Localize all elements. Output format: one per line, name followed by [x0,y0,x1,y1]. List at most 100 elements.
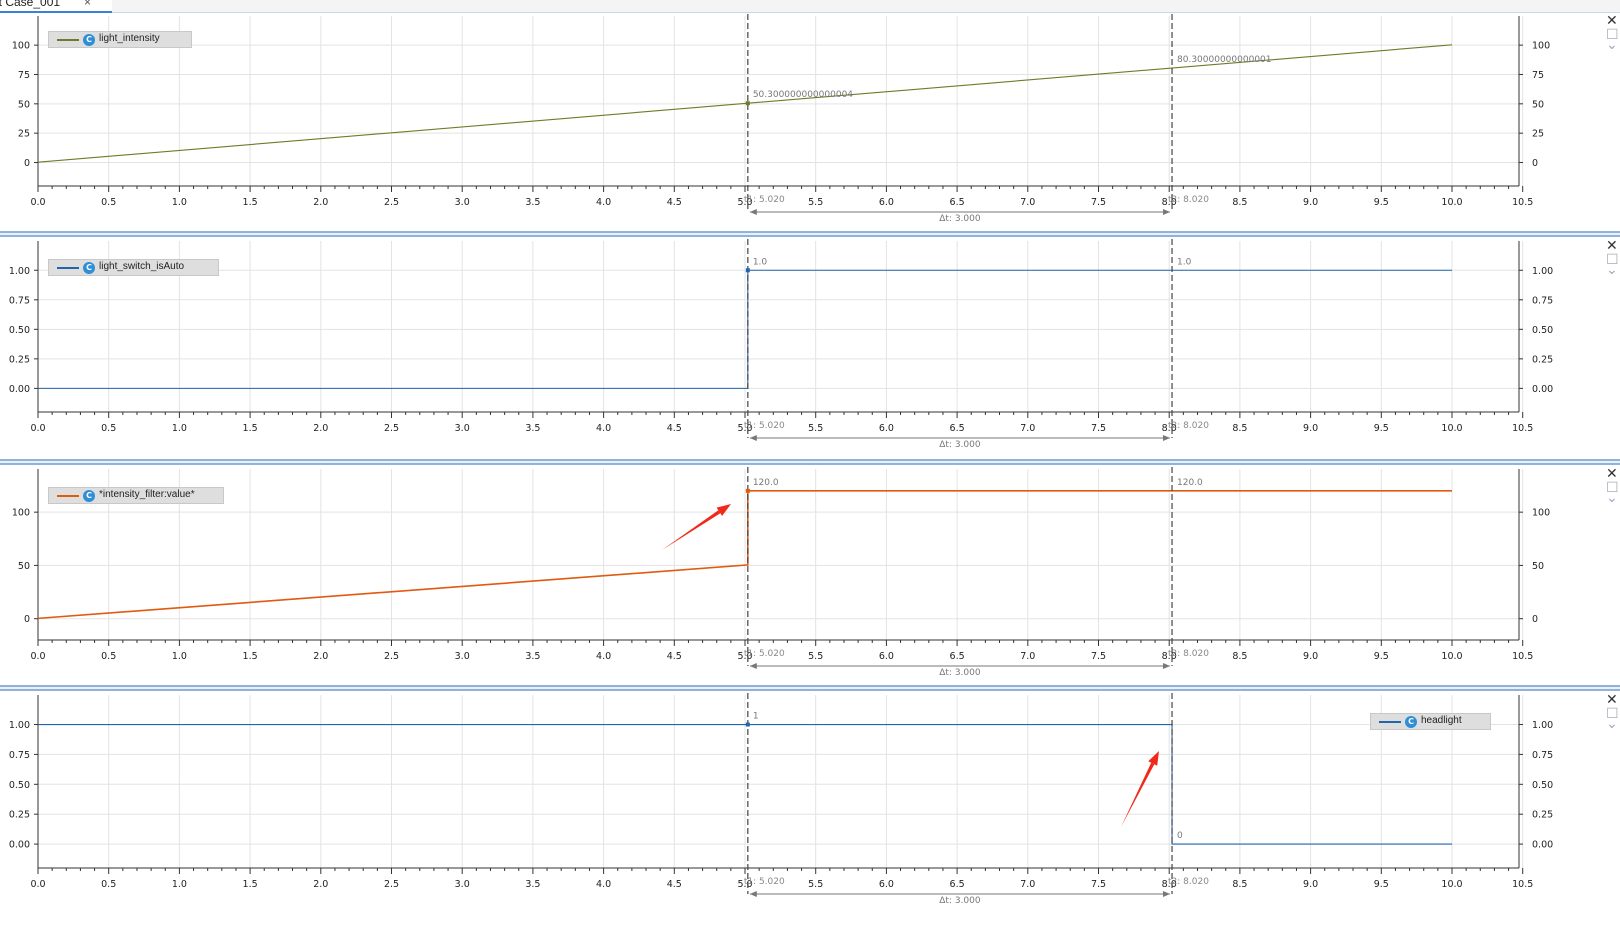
y-tick-label-right: 0.25 [1532,354,1553,365]
plot-splitter[interactable] [0,685,1620,691]
plot-intensity-filter-value[interactable]: 0 0 50 50 100 100 0.0 0.5 1.0 1.5 2.0 2.5 3.0 3.5 4.0 4… [0,467,1620,685]
x-tick-label: 7.0 [1020,879,1035,890]
legend-box[interactable]: Clight_switch_isAuto [48,259,219,276]
y-tick-label-left: 0.50 [9,780,30,791]
annotation-arrow [662,510,721,550]
x-tick-label: 7.5 [1091,197,1106,208]
delta-arrowhead-left [749,435,757,441]
y-tick-label-left: 75 [18,70,30,81]
y-tick-label-right: 75 [1532,70,1544,81]
cursor-value-label: 1 [753,712,759,722]
x-tick-label: 3.5 [525,197,540,208]
x-tick-label: 8.5 [1232,423,1247,434]
chevron-down-icon[interactable]: ⌄ [1606,717,1618,731]
y-tick-label-left: 1.00 [9,720,30,731]
y-tick-label-left: 25 [18,129,30,140]
x-tick-label: 4.5 [667,423,682,434]
legend-box[interactable]: Cheadlight [1370,713,1491,730]
y-tick-label-right: 1.00 [1532,266,1553,277]
plot-splitter[interactable] [0,459,1620,465]
cursor-value-label: 80.30000000000001 [1177,55,1271,65]
plot-canvas[interactable]: 0 0 50 50 100 100 0.0 0.5 1.0 1.5 2.0 2.5 3.0 3.5 4.0 4… [0,467,1606,685]
x-tick-label: 0.5 [101,879,116,890]
tab-test-case[interactable]: est Case_001 × [0,0,112,13]
x-tick-label: 0.5 [101,197,116,208]
x-tick-label: 6.0 [879,423,894,434]
cursor-value-label: 120.0 [1177,478,1203,488]
x-tick-label: 1.0 [172,651,187,662]
x-tick-label: 6.5 [950,651,965,662]
x-tick-label: 8.5 [1232,879,1247,890]
close-icon[interactable]: ✕ [1606,693,1618,707]
x-tick-label: 10.5 [1512,651,1533,662]
cursor-value-label: 120.0 [753,478,779,488]
y-tick-label-right: 0.00 [1532,840,1553,851]
x-tick-label: 6.0 [879,651,894,662]
x-tick-label: 0.0 [30,651,45,662]
plot-canvas[interactable]: 0.00 0.000.25 0.250.50 0.500.75 0.751.00 1.00… [0,693,1606,933]
delta-arrowhead-right [1163,891,1171,897]
x-tick-label: 9.5 [1374,423,1389,434]
y-tick-label-right: 0 [1532,614,1538,625]
x-tick-label: 4.0 [596,197,611,208]
plot-light-switch-isauto[interactable]: 0.00 0.00 0.25 0.25 0.50 0.50 0.75 0.75 1.00 1.00… [0,239,1620,457]
delta-t-label: Δt: 3.000 [939,440,981,450]
cursor-value-label: 1.0 [753,257,768,267]
legend-box[interactable]: Clight_intensity [48,31,192,48]
tab-close-icon[interactable]: × [84,0,91,9]
chevron-down-icon[interactable]: ⌄ [1606,38,1618,52]
plot-splitter[interactable] [0,231,1620,237]
x-tick-label: 2.5 [384,423,399,434]
x-tick-label: 6.0 [879,197,894,208]
close-icon[interactable]: ✕ [1606,467,1618,481]
x-tick-label: 6.0 [879,879,894,890]
y-tick-label-right: 1.00 [1532,720,1553,731]
x-tick-label: 10.0 [1441,197,1462,208]
legend-swatch [57,495,79,497]
y-tick-label-left: 0.50 [9,325,30,336]
delta-t-label: Δt: 3.000 [939,214,981,224]
x-tick-label: 3.5 [525,651,540,662]
chevron-down-icon[interactable]: ⌄ [1606,491,1618,505]
y-tick-label-left: 0 [24,158,30,169]
plot-canvas[interactable]: 0 0 25 25 50 50 75 75 100 100 0.0 0.5 1.0 1.5 2.0 2.5 3.… [0,14,1606,230]
delta-t-label: Δt: 3.000 [939,668,981,678]
x-tick-label: 7.0 [1020,197,1035,208]
x-tick-label: 10.5 [1512,423,1533,434]
x-tick-label: 4.5 [667,651,682,662]
close-icon[interactable]: ✕ [1606,239,1618,253]
x-tick-label: 7.5 [1091,651,1106,662]
y-tick-label-right: 0 [1532,158,1538,169]
y-tick-label-left: 0.00 [9,384,30,395]
y-tick-label-left: 50 [18,99,30,110]
cursor-t2-label: t2: 8.020 [1168,649,1209,659]
cursor-t2-label: t2: 8.020 [1168,421,1209,431]
chevron-down-icon[interactable]: ⌄ [1606,263,1618,277]
plot-light-intensity[interactable]: 0 0 25 25 50 50 75 75 100 100 0.0 0.5 1.0 1.5 2.0 2.5 3.… [0,14,1620,230]
close-icon[interactable]: ✕ [1606,14,1618,28]
cursor-value-label: 0 [1177,831,1183,841]
x-tick-label: 9.5 [1374,879,1389,890]
legend-swatch [57,39,79,41]
signal-c-icon: C [83,262,95,274]
y-tick-label-left: 0.25 [9,810,30,821]
delta-arrowhead-left [749,891,757,897]
y-tick-label-left: 1.00 [9,266,30,277]
delta-arrowhead-right [1163,435,1171,441]
plot-headlight[interactable]: 0.00 0.00 0.25 0.25 0.50 0.50 0.75 0.75 1.00 1.00… [0,693,1620,933]
x-tick-label: 6.5 [950,197,965,208]
x-tick-label: 5.5 [808,423,823,434]
cursor-value-label: 1.0 [1177,257,1192,267]
x-tick-label: 9.0 [1303,879,1318,890]
x-tick-label: 6.5 [950,423,965,434]
legend-box[interactable]: C *intensity_filter:value* [48,487,224,504]
x-tick-label: 0.0 [30,197,45,208]
y-tick-label-left: 0.75 [9,295,30,306]
x-tick-label: 10.0 [1441,651,1462,662]
cursor-t2-label: t2: 8.020 [1168,195,1209,205]
x-tick-label: 2.0 [313,423,328,434]
y-tick-label-right: 0.50 [1532,325,1553,336]
x-tick-label: 10.0 [1441,879,1462,890]
plot-canvas[interactable]: 0.00 0.000.25 0.250.50 0.500.75 0.751.00 1.00… [0,239,1606,457]
x-tick-label: 9.0 [1303,197,1318,208]
